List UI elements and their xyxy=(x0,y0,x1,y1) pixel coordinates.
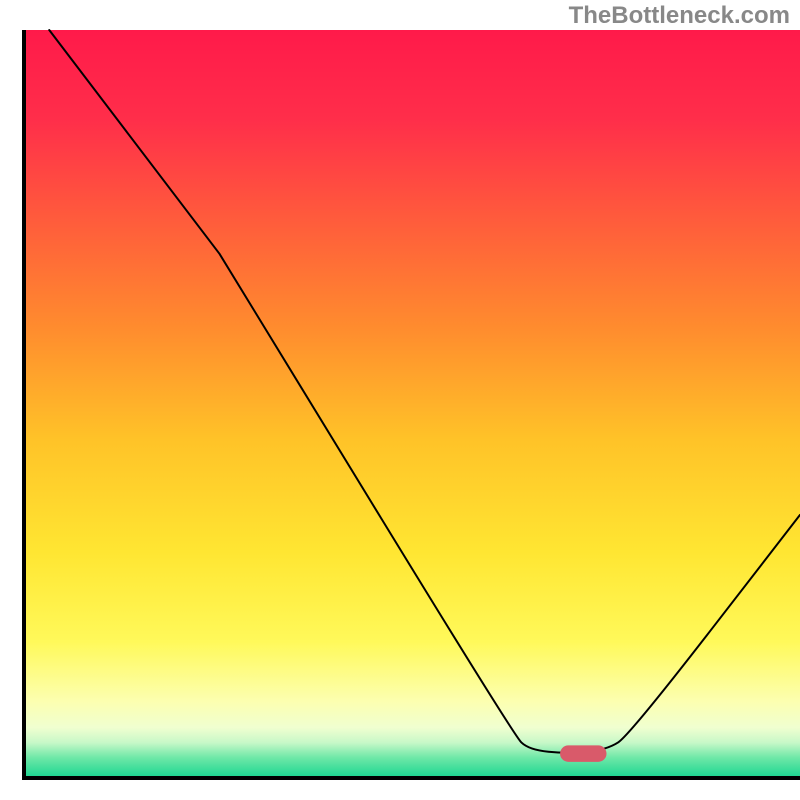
optimal-marker xyxy=(560,745,606,761)
chart-svg xyxy=(0,0,800,800)
watermark-text: TheBottleneck.com xyxy=(569,2,790,30)
bottleneck-chart: TheBottleneck.com xyxy=(0,0,800,800)
